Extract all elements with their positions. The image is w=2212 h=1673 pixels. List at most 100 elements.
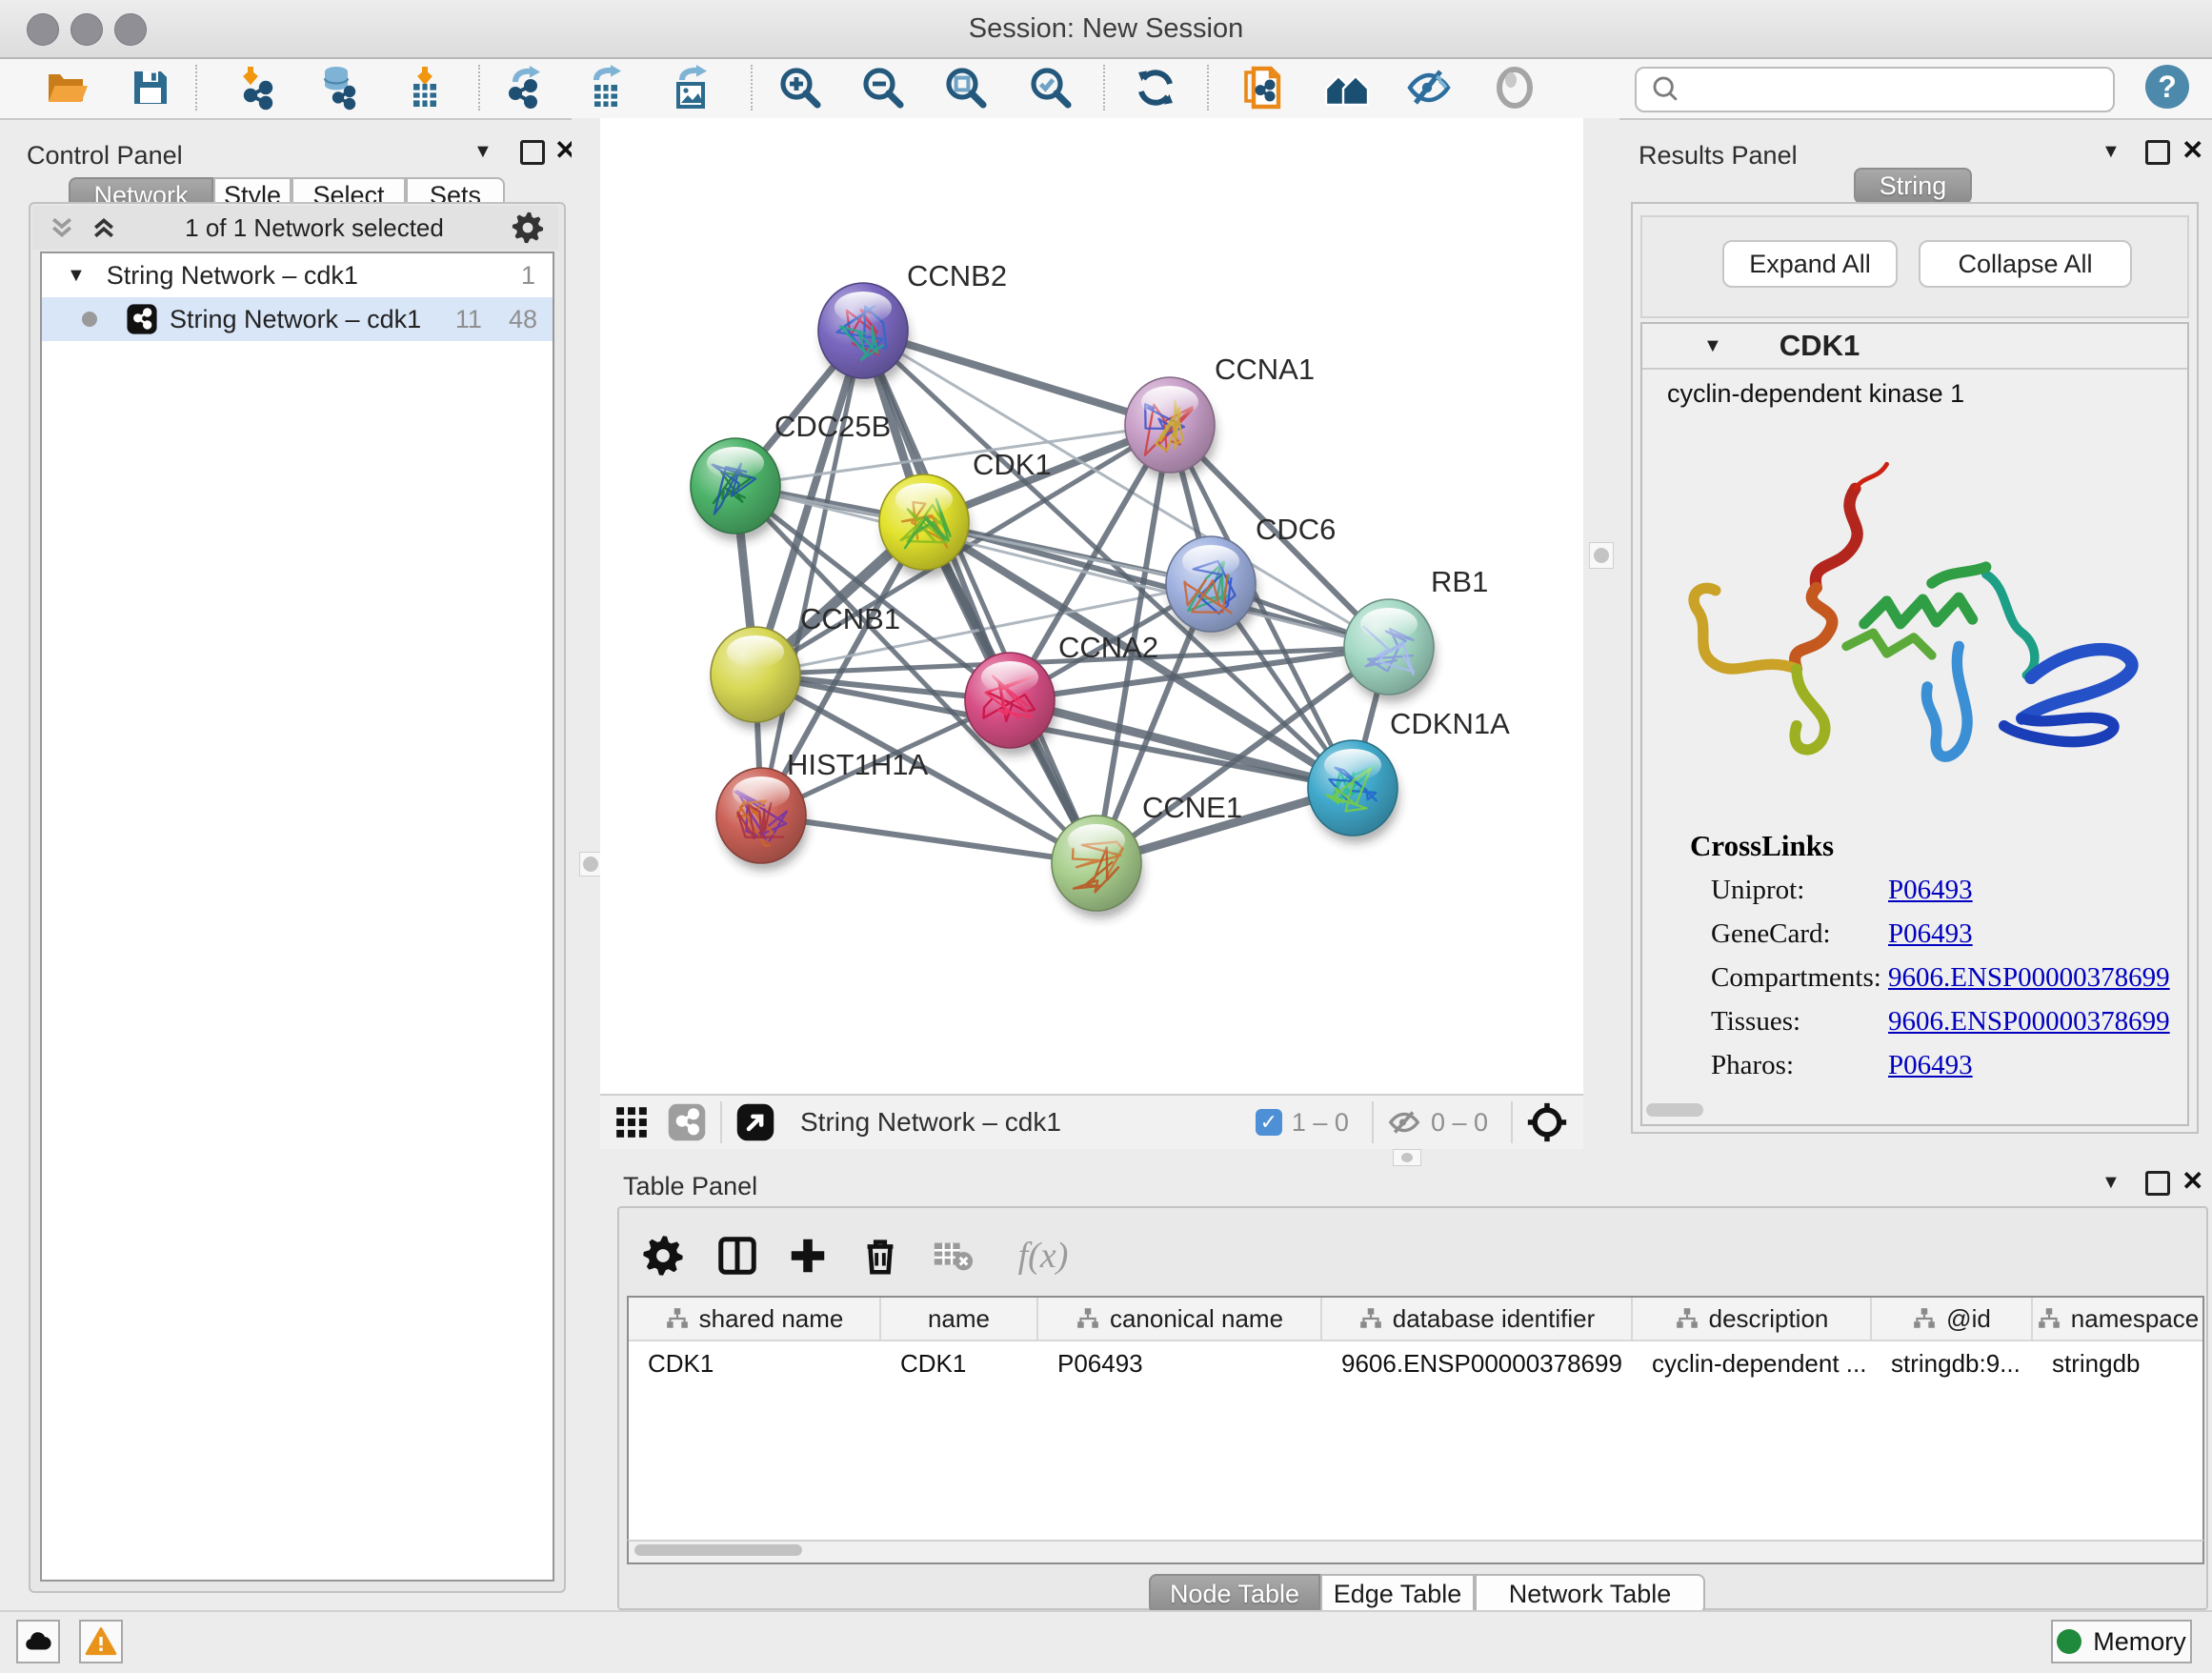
panel-menu-icon[interactable]: ▼ [2101, 1172, 2121, 1194]
window-title: Session: New Session [0, 0, 2212, 57]
panel-float-icon[interactable] [2145, 140, 2170, 165]
apply-layout-refresh-icon[interactable] [1131, 63, 1180, 112]
help-icon[interactable]: ? [2145, 65, 2189, 109]
cell-id[interactable]: stringdb:9... [1872, 1341, 2033, 1385]
cell-database-identifier[interactable]: 9606.ENSP00000378699 [1322, 1341, 1633, 1385]
tab-node-table[interactable]: Node Table [1149, 1574, 1320, 1614]
vertical-splitter[interactable] [1583, 118, 1619, 1138]
disclosure-triangle-icon[interactable]: ▼ [67, 265, 86, 287]
toolbar-separator [478, 65, 480, 111]
crosslink-value[interactable]: P06493 [1888, 1050, 1973, 1081]
column-header[interactable]: description [1633, 1298, 1872, 1340]
search-input[interactable] [1690, 71, 2113, 108]
zoom-in-icon[interactable] [775, 63, 825, 112]
panel-menu-icon[interactable]: ▼ [2101, 141, 2121, 163]
network-edge[interactable] [761, 816, 1096, 863]
gene-header-row[interactable]: ▼ CDK1 [1642, 324, 2187, 370]
column-header[interactable]: database identifier [1322, 1298, 1633, 1340]
panel-float-icon[interactable] [2145, 1171, 2170, 1196]
network-node[interactable] [879, 474, 971, 577]
crosslink-value[interactable]: 9606.ENSP00000378699 [1888, 1006, 2170, 1038]
horizontal-scrollbar[interactable] [627, 1540, 2204, 1564]
add-column-plus-icon[interactable] [781, 1229, 835, 1282]
toolbar-separator [1511, 1101, 1513, 1143]
column-header[interactable]: canonical name [1038, 1298, 1322, 1340]
crosslink-value[interactable]: P06493 [1888, 875, 1973, 906]
crosslink-value[interactable]: P06493 [1888, 918, 1973, 950]
export-image-icon[interactable] [667, 63, 716, 112]
fit-crosshair-icon[interactable] [1526, 1101, 1568, 1143]
panel-menu-icon[interactable]: ▼ [473, 141, 493, 163]
import-network-from-database-icon[interactable] [313, 63, 363, 112]
panel-float-icon[interactable] [520, 140, 545, 165]
tab-network-table[interactable]: Network Table [1475, 1574, 1705, 1614]
zoom-selected-icon[interactable] [1026, 63, 1076, 112]
network-edge[interactable] [863, 331, 1096, 863]
cell-description[interactable]: cyclin-dependent ... [1633, 1341, 1872, 1385]
warning-button[interactable] [79, 1620, 123, 1663]
column-header[interactable]: @id [1872, 1298, 2033, 1340]
network-node[interactable] [1308, 740, 1399, 843]
panel-close-icon[interactable]: ✕ [2182, 1172, 2203, 1191]
title-bar: Session: New Session [0, 0, 2212, 59]
toolbar-separator [195, 65, 197, 111]
save-session-icon[interactable] [126, 63, 175, 112]
scrollbar-thumb[interactable] [1646, 1103, 1703, 1117]
open-view-icon[interactable] [735, 1102, 775, 1142]
open-session-icon[interactable] [42, 63, 91, 112]
splitter-handle[interactable] [579, 852, 602, 877]
network-tree-child-row[interactable]: String Network – cdk1 11 48 [42, 297, 553, 341]
export-network-icon[interactable] [502, 63, 552, 112]
network-node[interactable] [716, 768, 808, 871]
houses-icon[interactable] [1322, 63, 1372, 112]
column-header[interactable]: namespace [2033, 1298, 2202, 1340]
warning-icon [85, 1625, 117, 1658]
network-node[interactable] [1125, 377, 1217, 480]
network-node[interactable] [1052, 816, 1143, 918]
cell-name[interactable]: CDK1 [881, 1341, 1038, 1385]
birdseye-grid-icon[interactable] [613, 1104, 650, 1140]
table-settings-gear-icon[interactable] [636, 1229, 690, 1282]
cell-canonical-name[interactable]: P06493 [1038, 1341, 1322, 1385]
hidden-eye-slash-icon[interactable] [1387, 1105, 1421, 1139]
network-graph[interactable]: CCNB2CCNA1CDC25BCDK1CDC6RB1CCNB1CCNA2CDK… [600, 118, 1583, 1094]
network-canvas[interactable]: CCNB2CCNA1CDC25BCDK1CDC6RB1CCNB1CCNA2CDK… [600, 118, 1583, 1094]
export-table-icon[interactable] [583, 63, 633, 112]
zoom-fit-icon[interactable] [941, 63, 991, 112]
cloud-button[interactable] [16, 1620, 60, 1663]
network-node[interactable] [691, 438, 782, 541]
column-header[interactable]: name [881, 1298, 1038, 1340]
share-document-icon[interactable] [1238, 63, 1288, 112]
gear-icon[interactable] [511, 211, 545, 245]
collapse-all-button[interactable]: Collapse All [1919, 240, 2132, 288]
tab-string[interactable]: String [1854, 168, 1972, 204]
splitter-handle[interactable] [1589, 542, 1614, 569]
selected-checkbox-icon[interactable]: ✓ [1256, 1109, 1282, 1136]
delete-column-trash-icon[interactable] [854, 1229, 907, 1282]
expand-all-chevron-icon[interactable] [90, 213, 118, 242]
import-table-from-file-icon[interactable] [400, 63, 450, 112]
network-node[interactable] [711, 627, 802, 730]
memory-button[interactable]: Memory [2051, 1620, 2192, 1663]
tab-edge-table[interactable]: Edge Table [1320, 1574, 1475, 1614]
show-columns-icon[interactable] [711, 1229, 764, 1282]
disclosure-triangle-icon[interactable]: ▼ [1703, 335, 1722, 357]
expand-all-button[interactable]: Expand All [1722, 240, 1898, 288]
collapse-all-chevron-icon[interactable] [48, 213, 76, 242]
crosslink-value[interactable]: 9606.ENSP00000378699 [1888, 962, 2170, 994]
network-node[interactable] [1344, 599, 1436, 702]
eye-slash-icon[interactable] [1404, 63, 1454, 112]
column-header[interactable]: shared name [629, 1298, 881, 1340]
cell-namespace[interactable]: stringdb [2033, 1341, 2202, 1385]
table-row[interactable]: CDK1 CDK1 P06493 9606.ENSP00000378699 cy… [629, 1341, 2202, 1385]
zoom-out-icon[interactable] [858, 63, 908, 112]
scrollbar-thumb[interactable] [634, 1544, 802, 1556]
vertical-splitter[interactable] [572, 118, 600, 1591]
results-panel-body: Expand All Collapse All ▼ CDK1 cyclin-de… [1631, 202, 2199, 1134]
share-network-icon[interactable] [667, 1102, 707, 1142]
network-tree-root-row[interactable]: ▼ String Network – cdk1 1 [42, 253, 553, 297]
cell-shared-name[interactable]: CDK1 [629, 1341, 881, 1385]
import-network-from-file-icon[interactable] [233, 63, 283, 112]
panel-close-icon[interactable]: ✕ [2182, 141, 2203, 160]
protein-structure-image [1661, 429, 2166, 810]
